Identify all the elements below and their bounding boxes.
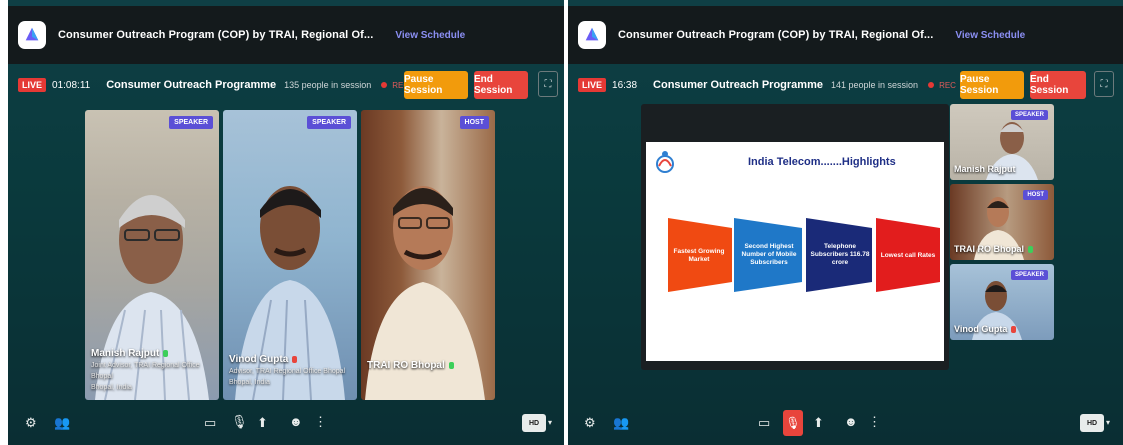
highlight-text-3: Telephone Subscribers 116.78 crore [810,242,870,267]
mic-muted-icon [1011,326,1017,334]
participant-name: TRAI RO Bhopal [367,360,454,371]
presentation-slide: India Telecom.......Highlights Fastest G… [646,142,944,361]
participant-name: Manish Rajput [91,348,169,359]
left-header: Consumer Outreach Program (COP) by TRAI,… [8,6,564,64]
chevron-down-icon[interactable]: ▾ [548,418,552,427]
participant-role: Advisor, TRAI Regional Office Bhopal [229,368,346,375]
fullscreen-icon[interactable]: ⛶ [538,71,558,97]
mic-active-icon [448,361,454,369]
video-tile-vinod-gupta[interactable]: SPEAKER Vinod Gupta [950,264,1054,340]
participant-name: Vinod Gupta [954,324,1017,334]
speaker-badge: SPEAKER [1010,110,1048,120]
left-session-bar: LIVE 01:08:11 Consumer Outreach Programm… [8,68,564,102]
highlight-text-4: Lowest call Rates [880,251,936,259]
view-schedule-link[interactable]: View Schedule [395,30,465,41]
program-name: Consumer Outreach Programme [653,79,823,91]
left-toolbar: ⚙ 👥 ▭ 🎙 ⬆ ☻ ⋮ HD ▾ [8,401,564,445]
app-logo-icon [578,21,606,49]
host-badge: HOST [1023,190,1048,200]
rec-dot-icon [928,82,935,89]
more-options-icon[interactable]: ⋮ [314,414,327,430]
right-toolbar: ⚙ 👥 ▭ 🎙 ⬆ ☻ ⋮ HD ▾ [568,401,1123,445]
fullscreen-icon[interactable]: ⛶ [1094,71,1114,97]
participant-name: Manish Rajput [954,164,1016,174]
session-timer: 16:38 [612,79,638,91]
microphone-muted-icon[interactable]: 🎙 [783,410,803,436]
pause-session-button[interactable]: Pause Session [404,71,468,99]
speaker-badge: SPEAKER [169,116,213,129]
slide-title: India Telecom.......Highlights [748,156,896,168]
live-badge: LIVE [18,78,47,92]
mic-muted-icon [292,355,298,363]
view-schedule-link[interactable]: View Schedule [955,30,1025,41]
emoji-icon[interactable]: ☻ [289,414,303,429]
right-session-window: Consumer Outreach Program (COP) by TRAI,… [568,0,1123,445]
end-session-button[interactable]: End Session [474,71,528,99]
program-name: Consumer Outreach Programme [106,79,277,91]
trai-logo-icon [656,151,674,173]
camera-icon[interactable]: ▭ [758,415,770,431]
participant-video [365,186,485,400]
participant-location: Bhopal, India [91,384,132,391]
speaker-badge: SPEAKER [1010,270,1048,280]
participant-name: Vinod Gupta [229,354,298,365]
rec-dot-icon [381,82,388,89]
share-screen-icon[interactable]: ⬆ [257,415,268,431]
participants-icon[interactable]: 👥 [54,415,70,431]
session-timer: 01:08:11 [52,79,91,91]
video-tile-vinod-gupta[interactable]: SPEAKER Vinod Gupta Advisor, TRAI Region… [223,110,357,400]
left-session-window: Consumer Outreach Program (COP) by TRAI,… [8,0,564,445]
camera-icon[interactable]: ▭ [204,415,216,431]
highlight-text-1: Fastest Growing Market [673,247,725,263]
emoji-icon[interactable]: ☻ [844,414,858,429]
people-count: 135 people in session [284,80,372,90]
participants-icon[interactable]: 👥 [613,415,629,431]
mic-active-icon [163,349,169,357]
share-screen-icon[interactable]: ⬆ [813,415,824,431]
video-tile-manish-rajput[interactable]: SPEAKER Manish Rajput Joint Advisor, TRA… [85,110,219,400]
right-header: Consumer Outreach Program (COP) by TRAI,… [568,6,1123,64]
mic-active-icon [1028,246,1033,254]
participant-role: Joint Advisor, TRAI Regional Office [91,362,200,369]
session-title: Consumer Outreach Program (COP) by TRAI,… [618,29,934,41]
video-tile-trai-ro-bhopal[interactable]: HOST TRAI RO Bhopal [950,184,1054,260]
app-logo-icon [18,21,46,49]
network-icon[interactable]: ⚙ [584,415,596,431]
people-count: 141 people in session [830,80,919,90]
session-title: Consumer Outreach Program (COP) by TRAI,… [58,29,374,41]
right-session-bar: LIVE 16:38 Consumer Outreach Programme 1… [568,68,1123,102]
participant-location: Bhopal, India [229,379,270,386]
live-badge: LIVE [578,78,607,92]
chevron-down-icon[interactable]: ▾ [1106,418,1110,427]
pause-session-button[interactable]: Pause Session [960,71,1024,99]
end-session-button[interactable]: End Session [1030,71,1086,99]
video-tile-trai-ro-bhopal[interactable]: HOST TRAI RO Bhopal [361,110,495,400]
hd-quality-icon[interactable]: HD [1080,414,1104,432]
host-badge: HOST [459,116,489,129]
video-tile-manish-rajput[interactable]: SPEAKER Manish Rajput [950,104,1054,180]
more-options-icon[interactable]: ⋮ [868,414,881,430]
participant-name: TRAI RO Bhopal [954,244,1033,254]
speaker-badge: SPEAKER [307,116,351,129]
page: Consumer Outreach Program (COP) by TRAI,… [0,0,1123,445]
highlight-text-2: Second Highest Number of Mobile Subscrib… [741,242,797,267]
microphone-icon[interactable]: 🎙 [231,414,248,430]
participant-role-line2: Bhopal [91,373,113,380]
hd-quality-icon[interactable]: HD [522,414,546,432]
rec-indicator: REC [928,81,956,90]
network-icon[interactable]: ⚙ [25,415,37,431]
